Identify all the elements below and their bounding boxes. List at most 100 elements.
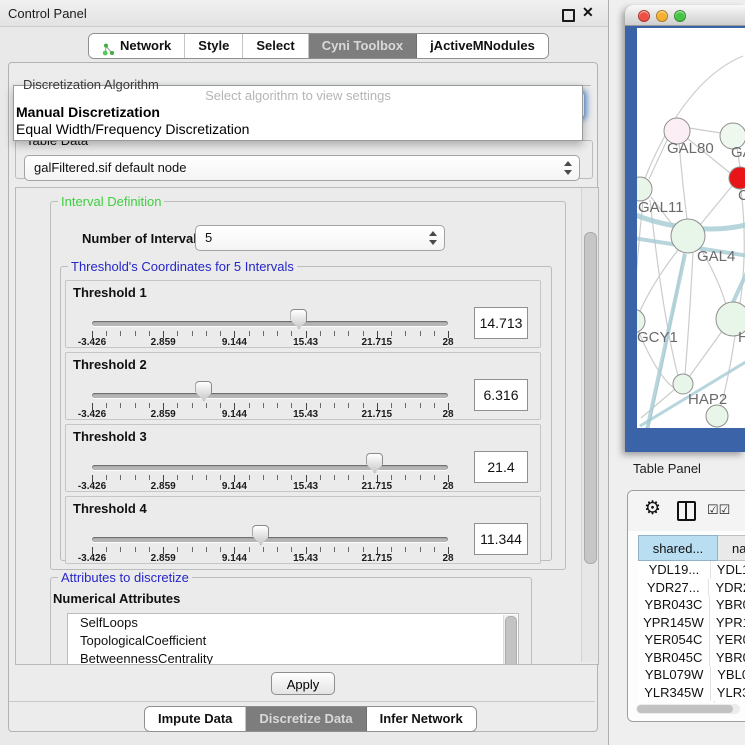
attribute-list-item[interactable]: BetweennessCentrality [68,650,518,665]
table-cell-name: YDL1 [711,561,745,579]
zoom-button[interactable] [674,10,686,22]
checked-boxes-icon[interactable]: ☑☑ [707,502,730,518]
attribute-list-item[interactable]: SelfLoops [68,614,518,632]
tick-mark [220,547,221,552]
table-row[interactable]: YDL19...YDL1 [638,561,745,579]
column-header-shared-name[interactable]: shared... [638,535,718,561]
tick-label: -3.426 [78,409,106,420]
table-horizontal-scrollbar[interactable] [636,704,740,714]
dropdown-option-equal-width-frequency[interactable]: Equal Width/Frequency Discretization [16,121,249,137]
tick-mark [135,547,136,552]
tick-mark [434,331,435,336]
table-row[interactable]: YER054CYER0 [638,631,745,649]
threshold-value-field[interactable]: 6.316 [474,379,528,411]
threshold-slider-track[interactable] [92,537,448,542]
threshold-slider-handle[interactable] [195,381,212,401]
tick-mark [206,403,207,408]
tab-select[interactable]: Select [243,34,308,58]
tick-mark [348,547,349,552]
combobox-spinner-icon [564,161,572,175]
table-cell-shared-name: YLR345W [638,684,711,702]
table-hscrollbar-thumb[interactable] [637,705,733,713]
threshold-label: Threshold 1 [73,285,147,300]
network-edge[interactable] [639,250,678,313]
close-icon[interactable]: ✕ [582,4,594,21]
table-cell-name: YIL0 [715,701,745,703]
table-row[interactable]: YBL079WYBL0 [638,666,745,684]
tick-mark [249,547,250,552]
table-row[interactable]: YBR045CYBR0 [638,649,745,667]
settings-vertical-scrollbar[interactable] [581,188,598,662]
network-node-label: HAP2 [688,391,727,408]
panel-title: Control Panel [8,6,87,21]
network-node-gal11[interactable] [637,177,652,201]
minimize-button[interactable] [656,10,668,22]
threshold-slider-track[interactable] [92,465,448,470]
tab-cyni-toolbox[interactable]: Cyni Toolbox [309,34,417,58]
table-row[interactable]: YBR043CYBR0 [638,596,745,614]
threshold-slider-handle[interactable] [290,309,307,329]
attributes-list-scrollbar-thumb[interactable] [505,616,517,665]
network-edge[interactable] [689,128,721,133]
network-node-label: GAL11 [638,199,684,216]
tick-label: 2.859 [151,553,176,564]
table-row[interactable]: YLR345WYLR3 [638,684,745,702]
threshold-value-field[interactable]: 14.713 [474,307,528,339]
network-edge[interactable] [649,138,668,179]
table-row[interactable]: YIL053CYIL0 [638,701,745,703]
attributes-list-scrollbar[interactable] [503,615,517,665]
tick-label: -3.426 [78,481,106,492]
tick-label: 9.144 [222,553,247,564]
threshold-slider-handle[interactable] [366,453,383,473]
tab-style[interactable]: Style [185,34,243,58]
network-edge[interactable] [689,330,723,377]
tick-mark [277,403,278,408]
tab-network[interactable]: Network [89,34,185,58]
settings-scrollbar-thumb[interactable] [584,232,597,564]
network-window-titlebar[interactable] [625,5,745,26]
threshold-slider-track[interactable] [92,393,448,398]
tick-mark [391,475,392,480]
column-layout-icon[interactable] [677,501,696,521]
threshold-panel-2: Threshold 2-3.4262.8599.14415.4321.71528… [65,352,541,420]
numerical-attributes-list[interactable]: SelfLoopsTopologicalCoefficientBetweenne… [67,613,519,665]
tick-mark [334,331,335,336]
tick-mark [120,475,121,480]
close-button[interactable] [638,10,650,22]
threshold-slider-track[interactable] [92,321,448,326]
network-edge[interactable] [700,186,732,225]
float-window-icon[interactable] [562,9,575,22]
apply-button[interactable]: Apply [271,672,335,695]
table-data-combobox[interactable]: galFiltered.sif default node [24,155,580,181]
table-row[interactable]: YPR145WYPR1 [638,614,745,632]
tick-label: 2.859 [151,481,176,492]
attribute-list-item[interactable]: TopologicalCoefficient [68,632,518,650]
network-edge[interactable] [685,253,693,374]
tab-impute-data[interactable]: Impute Data [145,707,246,731]
column-header-name[interactable]: na [718,535,745,561]
network-edge[interactable] [645,56,743,178]
tab-jactivemnodules[interactable]: jActiveMNodules [417,34,548,58]
tick-mark [135,475,136,480]
network-node-label: GAL80 [667,140,714,157]
threshold-value-field[interactable]: 21.4 [474,451,528,483]
network-canvas[interactable]: GAL80GACGAL11GAL4GCY1HHAP2 [637,28,745,428]
tab-jactivemnodules-label: jActiveMNodules [430,34,535,58]
tick-label: 9.144 [222,337,247,348]
table-cell-name: YER0 [710,631,745,649]
table-cell-name: YPR1 [710,614,745,632]
threshold-panel-1: Threshold 1-3.4262.8599.14415.4321.71528… [65,280,541,348]
tab-discretize-data[interactable]: Discretize Data [246,707,366,731]
threshold-slider-handle[interactable] [252,525,269,545]
control-panel-tabbar: Network Style Select Cyni Toolbox jActiv… [88,33,549,59]
network-node-bottom[interactable] [706,405,728,427]
tick-mark [135,403,136,408]
number-of-intervals-combobox[interactable]: 5 [195,225,445,251]
threshold-value-field[interactable]: 11.344 [474,523,528,555]
table-row[interactable]: YDR27...YDR2 [638,579,745,597]
gear-icon[interactable]: ⚙ [644,497,661,520]
tick-mark [320,547,321,552]
network-node-red[interactable] [729,167,745,189]
dropdown-option-manual-discretization[interactable]: Manual Discretization [16,104,160,120]
tab-infer-network[interactable]: Infer Network [367,707,476,731]
